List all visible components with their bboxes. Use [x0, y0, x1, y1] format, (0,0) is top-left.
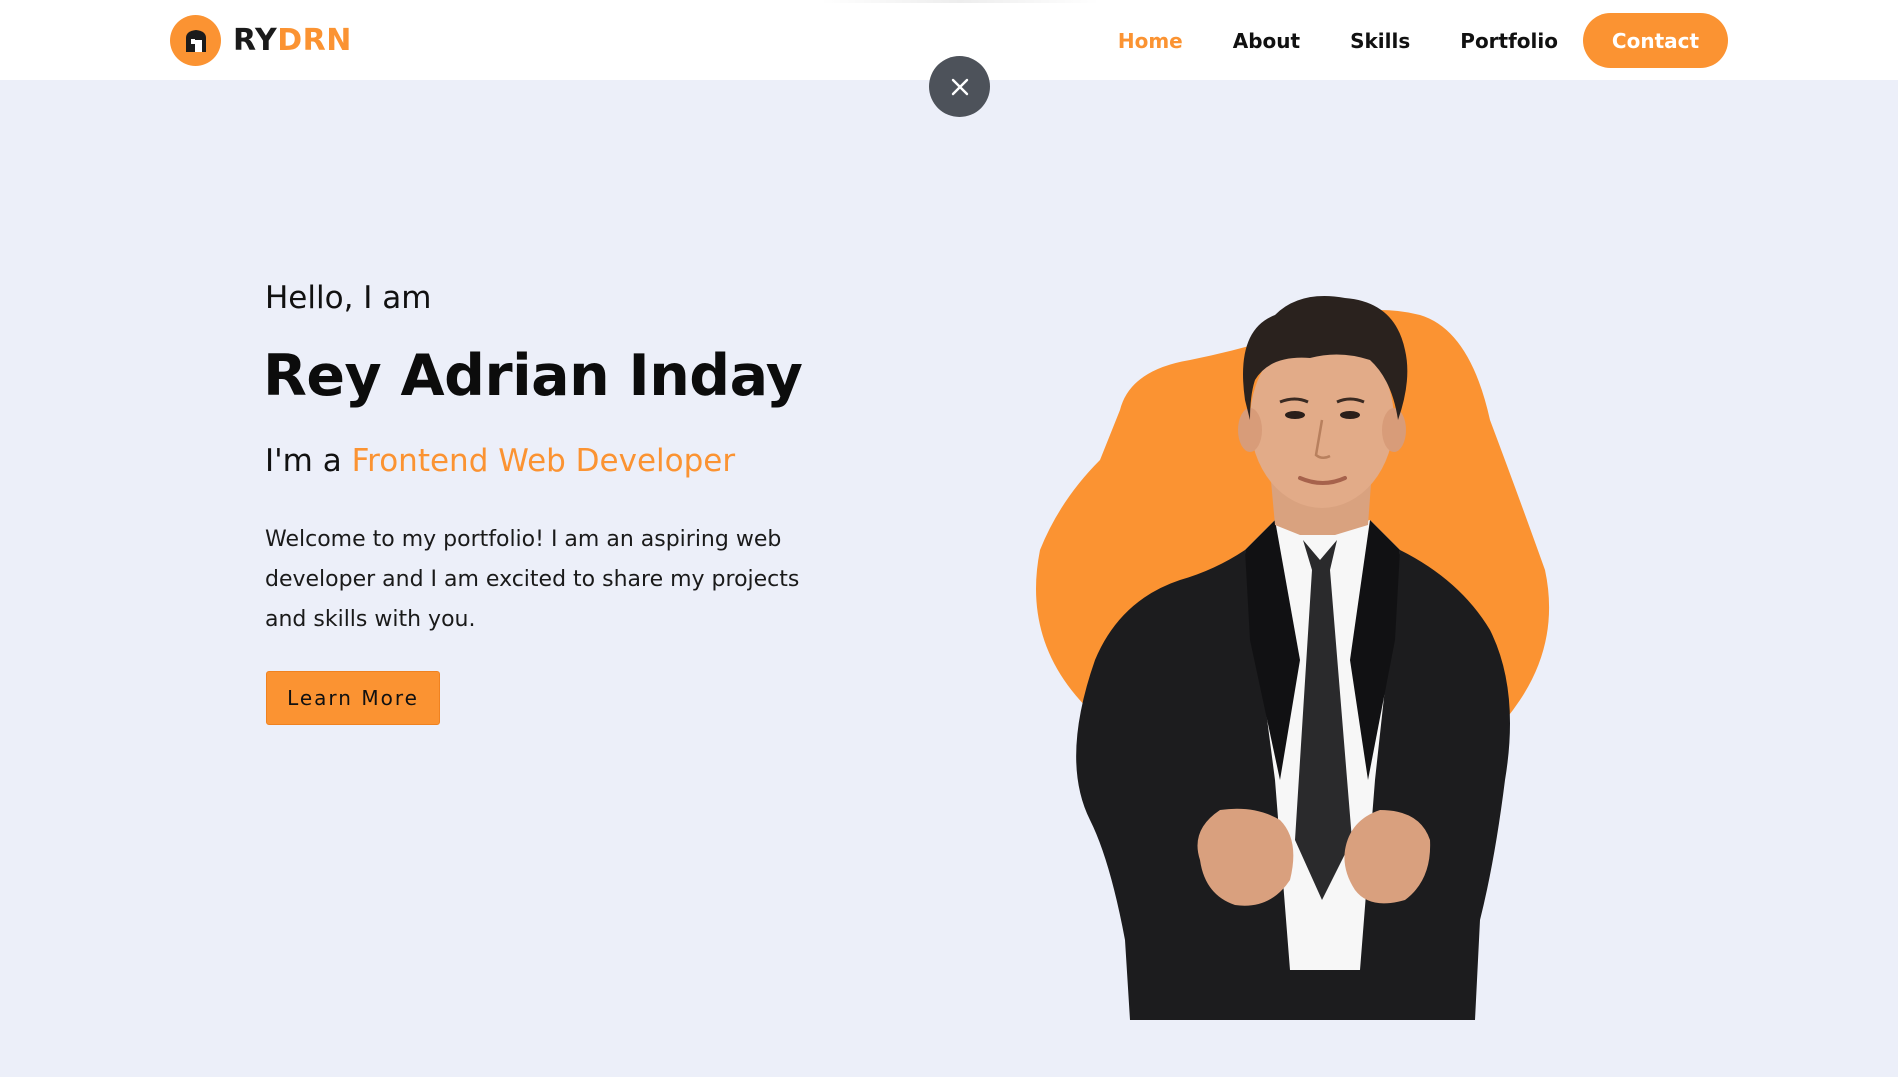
- brand-prefix: RY: [233, 22, 278, 58]
- nav-links: Home About Skills Portfolio Contact: [1068, 13, 1728, 68]
- hero-section: Hello, I am Rey Adrian Inday I'm a Front…: [0, 80, 1898, 1077]
- close-icon: [951, 78, 968, 95]
- portrait-photo: [1036, 296, 1550, 1020]
- hero-intro: Welcome to my portfolio! I am an aspirin…: [265, 527, 800, 632]
- top-popup-edge: [820, 0, 1100, 3]
- brand[interactable]: RYDRN: [170, 14, 352, 66]
- hero-name: Rey Adrian Inday: [263, 343, 803, 409]
- nav-item-portfolio[interactable]: Portfolio: [1460, 29, 1558, 53]
- nav-item-skills[interactable]: Skills: [1350, 29, 1410, 53]
- brand-name: RYDRN: [233, 23, 352, 58]
- role-highlight: Frontend Web Developer: [351, 443, 736, 479]
- brand-accent: DRN: [277, 22, 352, 58]
- home-badge-icon: [170, 14, 221, 66]
- hero-role: I'm a Frontend Web Developer: [265, 443, 735, 479]
- hero-greeting: Hello, I am: [265, 280, 432, 316]
- learn-more-button[interactable]: Learn More: [266, 671, 440, 725]
- nav-item-home[interactable]: Home: [1118, 29, 1183, 53]
- close-button[interactable]: [929, 56, 990, 117]
- role-prefix: I'm a: [265, 443, 352, 479]
- contact-button[interactable]: Contact: [1583, 13, 1728, 68]
- nav-item-about[interactable]: About: [1233, 29, 1300, 53]
